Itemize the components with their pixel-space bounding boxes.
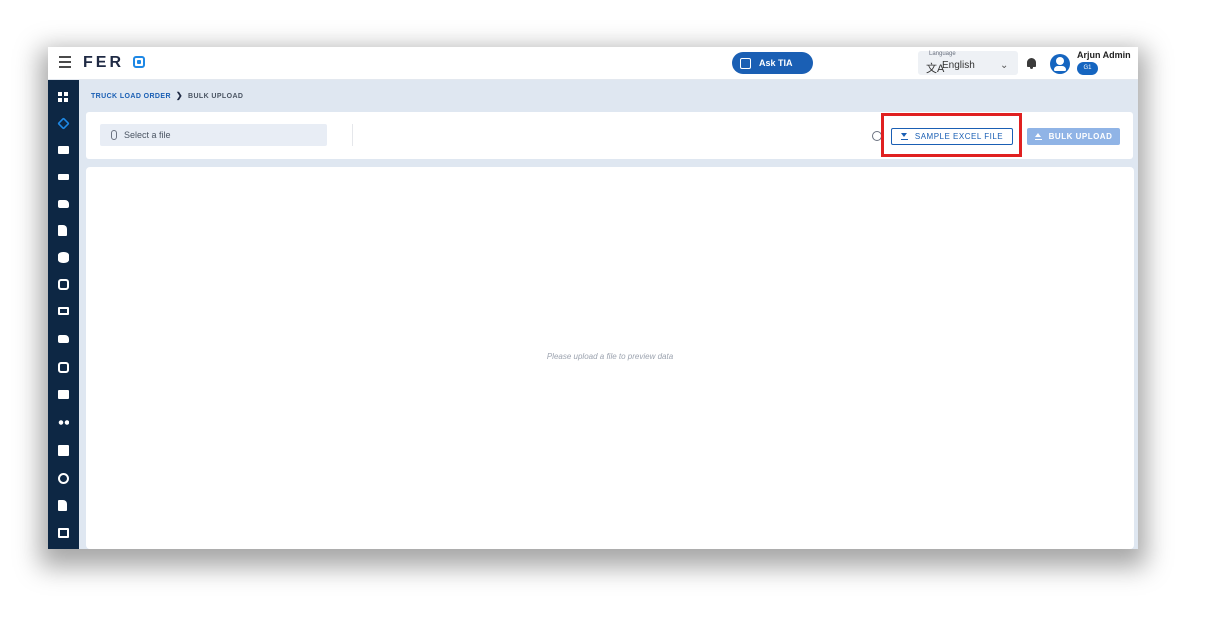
ask-tia-button[interactable]: Ask TIA xyxy=(732,52,813,74)
chevron-right-icon: ❯ xyxy=(175,91,184,100)
sidebar-item-cash-icon[interactable] xyxy=(58,307,69,315)
file-select-placeholder: Select a file xyxy=(124,130,171,140)
sidebar-item-desk-icon[interactable] xyxy=(58,146,69,154)
sidebar-item-truck-icon[interactable] xyxy=(58,200,69,208)
highlight-box xyxy=(881,113,1022,157)
language-value: English xyxy=(942,60,975,71)
ask-tia-label: Ask TIA xyxy=(759,58,793,68)
sidebar-item-vehicle-search-icon[interactable] xyxy=(58,279,69,290)
app-window: FER Ask TIA Language 文A English ⌄ Arjun … xyxy=(48,47,1138,549)
assistant-icon xyxy=(740,57,751,69)
menu-icon[interactable] xyxy=(59,56,73,68)
sidebar-nav xyxy=(48,80,79,549)
language-select[interactable]: Language 文A English ⌄ xyxy=(918,51,1018,75)
sidebar-item-report-icon[interactable] xyxy=(58,500,67,511)
notification-bell-icon[interactable] xyxy=(1027,58,1036,69)
logo-mark-icon xyxy=(133,56,145,68)
upload-icon xyxy=(1034,132,1042,141)
sidebar-item-ruler-icon[interactable] xyxy=(58,174,69,180)
sidebar-item-building-icon[interactable] xyxy=(58,362,69,373)
sidebar-item-gear-icon[interactable] xyxy=(58,473,69,484)
breadcrumb: TRUCK LOAD ORDER ❯ BULK UPLOAD xyxy=(91,91,243,100)
user-name: Arjun Admin xyxy=(1077,50,1131,60)
chevron-down-icon: ⌄ xyxy=(1000,60,1009,71)
language-caption: Language xyxy=(929,51,956,57)
sidebar-item-warehouse-icon[interactable] xyxy=(58,390,69,399)
breadcrumb-root-link[interactable]: TRUCK LOAD ORDER xyxy=(91,93,171,100)
sidebar-item-delivery-truck-icon[interactable] xyxy=(58,335,69,343)
sidebar-item-document-icon[interactable] xyxy=(58,225,67,236)
sidebar-item-people-icon[interactable] xyxy=(58,417,69,428)
brand-logo: FER xyxy=(83,54,124,71)
user-avatar-icon[interactable] xyxy=(1050,54,1070,74)
sidebar-item-database-icon[interactable] xyxy=(58,252,69,263)
paperclip-icon xyxy=(111,130,117,140)
sidebar-item-settings-truck-icon[interactable] xyxy=(58,445,69,456)
bulk-upload-label: BULK UPLOAD xyxy=(1048,132,1113,141)
breadcrumb-current: BULK UPLOAD xyxy=(188,93,244,100)
user-group-badge: G1 xyxy=(1077,62,1098,75)
top-header: FER Ask TIA Language 文A English ⌄ Arjun … xyxy=(48,47,1138,80)
empty-preview-message: Please upload a file to preview data xyxy=(546,352,674,361)
screenshot-stage: FER Ask TIA Language 文A English ⌄ Arjun … xyxy=(0,0,1232,643)
file-select-input[interactable]: Select a file xyxy=(100,124,327,146)
bulk-upload-button[interactable]: BULK UPLOAD xyxy=(1027,128,1120,145)
sidebar-item-dashboard-icon[interactable] xyxy=(58,92,69,103)
sidebar-item-cube-icon[interactable] xyxy=(57,117,70,130)
data-preview-panel: Please upload a file to preview data xyxy=(86,167,1134,549)
toolbar-divider xyxy=(352,124,353,146)
sidebar-item-archive-icon[interactable] xyxy=(58,528,69,538)
